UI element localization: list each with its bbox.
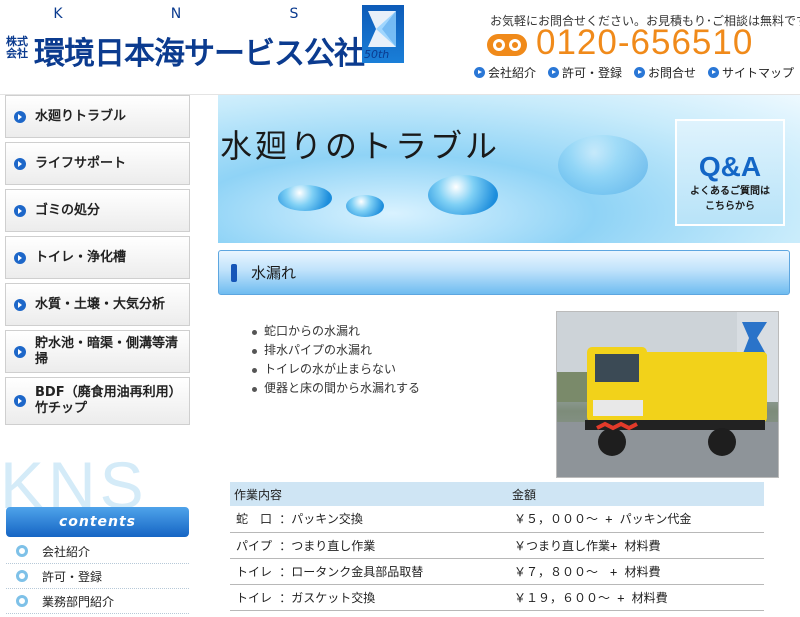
table-row: パイプ ：つまり直し作業 ￥つまり直し作業+ 材料費 xyxy=(230,532,764,559)
nav-label: お問合せ xyxy=(648,66,697,80)
sidebar-item-analysis[interactable]: 水質・土壌・大気分析 xyxy=(5,283,190,326)
arrow-icon xyxy=(708,67,720,78)
logo-kana: K N S xyxy=(52,6,302,22)
company-logo-name[interactable]: 環境日本海サービス公社 xyxy=(34,28,365,73)
water-drop-image xyxy=(428,175,498,215)
sidebar-item-garbage[interactable]: ゴミの処分 xyxy=(5,189,190,232)
sidebar-item-toilet-septic[interactable]: トイレ・浄化槽 xyxy=(5,236,190,279)
anniversary-label: 50th xyxy=(364,48,390,61)
free-dial-icon xyxy=(487,34,527,56)
sidebar-item-label: BDF（廃食用油再利用）竹チップ xyxy=(35,385,182,416)
list-item: 排水パイプの水漏れ xyxy=(250,341,420,360)
section-title: 水漏れ xyxy=(251,264,297,282)
contents-item-label: 会社紹介 xyxy=(42,544,91,559)
work-cell: 蛇 口 ：パッキン交換 xyxy=(230,506,508,533)
price-cell: ￥５，０００～ + パッキン代金 xyxy=(508,506,764,533)
water-drop-image xyxy=(346,195,384,217)
sidebar-item-label: 水質・土壌・大気分析 xyxy=(35,296,166,312)
nav-sitemap[interactable]: サイトマップ xyxy=(708,64,794,81)
symptom-list: 蛇口からの水漏れ 排水パイプの水漏れ トイレの水が止まらない 便器と床の間から水… xyxy=(250,322,420,398)
arrow-icon xyxy=(634,67,646,78)
logo-kana-n: N xyxy=(170,6,184,22)
contents-item-label: 許可・登録 xyxy=(42,569,103,584)
side-menu: 水廻りトラブル ライフサポート ゴミの処分 トイレ・浄化槽 水質・土壌・大気分析… xyxy=(5,95,190,429)
nav-label: 会社紹介 xyxy=(488,66,537,80)
contents-item-company[interactable]: 会社紹介 xyxy=(6,539,189,564)
arrow-icon xyxy=(14,395,26,407)
section-marker-icon xyxy=(231,263,237,282)
nav-company[interactable]: 会社紹介 xyxy=(474,64,536,81)
logo-kana-s: S xyxy=(289,6,301,22)
arrow-icon xyxy=(14,157,26,170)
ring-bullet-icon xyxy=(16,570,28,582)
sidebar-item-label: トイレ・浄化槽 xyxy=(35,249,127,265)
arrow-icon xyxy=(14,251,26,264)
arrow-icon xyxy=(548,67,560,78)
qa-title: Q&A xyxy=(698,151,762,182)
qa-subtitle-2: こちらから xyxy=(705,201,755,212)
logo-kana-k: K xyxy=(53,6,65,22)
contents-item-departments[interactable]: 業務部門紹介 xyxy=(6,589,189,614)
list-item: 蛇口からの水漏れ xyxy=(250,322,420,341)
section-heading-bar: 水漏れ xyxy=(218,250,790,295)
sidebar-item-label: 貯水池・暗渠・側溝等清掃 xyxy=(35,335,179,367)
work-cell: トイレ ：ガスケット交換 xyxy=(230,584,508,611)
contents-list: 会社紹介 許可・登録 業務部門紹介 xyxy=(6,539,189,614)
contents-heading: contents xyxy=(6,507,189,537)
ring-bullet-icon xyxy=(16,545,28,557)
sidebar-item-cleaning[interactable]: 貯水池・暗渠・側溝等清掃 xyxy=(5,330,190,373)
site-header: K N S 株式会社 環境日本海サービス公社 50th お気軽にお問合せください… xyxy=(0,0,800,95)
work-cell: トイレ ：ロータンク金具部品取替 xyxy=(230,558,508,585)
arrow-icon xyxy=(14,345,26,358)
sidebar-item-bdf[interactable]: BDF（廃食用油再利用）竹チップ xyxy=(5,377,190,425)
qa-subtitle-1: よくあるご質問は xyxy=(690,186,770,197)
sidebar-item-label: ライフサポート xyxy=(35,155,127,171)
service-truck-photo xyxy=(556,311,779,478)
table-header-row: 作業内容 金額 xyxy=(230,482,764,506)
qa-banner-button[interactable]: Q&A よくあるご質問は こちらから xyxy=(675,119,785,226)
price-cell: ￥つまり直し作業+ 材料費 xyxy=(508,532,764,559)
sidebar-item-label: ゴミの処分 xyxy=(35,202,101,218)
table-row: トイレ ：ガスケット交換 ￥１９，６００～ + 材料費 xyxy=(230,584,764,611)
table-row: 蛇 口 ：パッキン交換 ￥５，０００～ + パッキン代金 xyxy=(230,506,764,533)
contents-item-label: 業務部門紹介 xyxy=(42,594,115,609)
sidebar-item-water-trouble[interactable]: 水廻りトラブル xyxy=(5,95,190,138)
contents-item-license[interactable]: 許可・登録 xyxy=(6,564,189,589)
list-item: トイレの水が止まらない xyxy=(250,360,420,379)
arrow-icon xyxy=(14,298,26,311)
logo-corp-type: 株式会社 xyxy=(6,35,28,60)
nav-license[interactable]: 許可・登録 xyxy=(548,64,622,81)
price-cell: ￥１９，６００～ + 材料費 xyxy=(508,584,764,611)
page-title: 水廻りのトラブル xyxy=(220,127,501,165)
nav-label: 許可・登録 xyxy=(562,66,623,80)
nav-label: サイトマップ xyxy=(722,66,795,80)
column-header-price: 金額 xyxy=(508,482,764,506)
price-cell: ￥７，８００～ + 材料費 xyxy=(508,558,764,585)
water-drop-image xyxy=(278,185,332,211)
arrow-icon xyxy=(14,110,26,123)
work-cell: パイプ ：つまり直し作業 xyxy=(230,532,508,559)
sidebar: 水廻りトラブル ライフサポート ゴミの処分 トイレ・浄化槽 水質・土壌・大気分析… xyxy=(0,95,195,617)
table-row: トイレ ：ロータンク金具部品取替 ￥７，８００～ + 材料費 xyxy=(230,558,764,585)
list-item: 便器と床の間から水漏れする xyxy=(250,379,420,398)
phone-number[interactable]: 0120-656510 xyxy=(536,23,753,63)
nav-contact[interactable]: お問合せ xyxy=(634,64,696,81)
water-drop-image xyxy=(558,135,648,195)
sidebar-item-label: 水廻りトラブル xyxy=(35,108,127,124)
arrow-icon xyxy=(14,204,26,217)
header-nav: 会社紹介 許可・登録 お問合せ サイトマップ xyxy=(474,64,794,81)
price-table: 作業内容 金額 蛇 口 ：パッキン交換 ￥５，０００～ + パッキン代金 パイプ… xyxy=(230,482,764,611)
arrow-icon xyxy=(474,67,485,78)
ring-bullet-icon xyxy=(16,595,28,607)
column-header-work: 作業内容 xyxy=(230,482,508,506)
sidebar-item-life-support[interactable]: ライフサポート xyxy=(5,142,190,185)
